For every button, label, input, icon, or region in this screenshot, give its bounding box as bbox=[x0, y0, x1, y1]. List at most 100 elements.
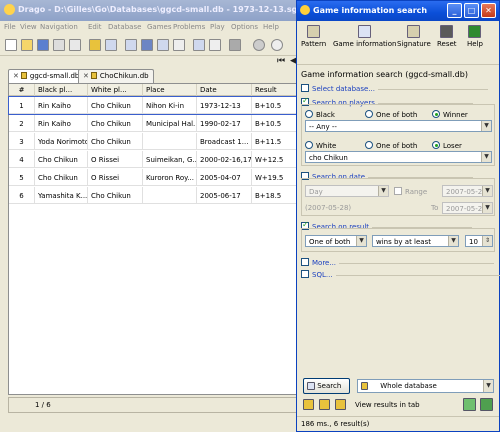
column-header-black[interactable]: Black pl... bbox=[35, 84, 88, 96]
table-row[interactable]: 2 Rin Kaiho Cho Chikun Municipal Hal... 1990… bbox=[9, 115, 299, 132]
menu-navigation[interactable]: Navigation bbox=[40, 23, 78, 31]
more-section[interactable]: More... bbox=[301, 258, 495, 267]
menu-database[interactable]: Database bbox=[108, 23, 141, 31]
letter-icon[interactable] bbox=[209, 39, 221, 51]
help-tool-button[interactable]: Help bbox=[467, 25, 483, 48]
table-cell-black: Rin Kaiho bbox=[35, 97, 88, 114]
table-cell-white: Cho Chikun bbox=[88, 133, 143, 150]
undo-icon[interactable] bbox=[253, 39, 265, 51]
date-from-field[interactable]: 2007-05-28 ▼ bbox=[442, 185, 493, 197]
menu-view[interactable]: View bbox=[20, 23, 37, 31]
sql-section[interactable]: SQL... bbox=[301, 270, 500, 279]
result-who-combo[interactable]: One of both ▼ bbox=[305, 235, 367, 247]
pattern-tool-button[interactable]: Pattern bbox=[301, 25, 326, 48]
search-button[interactable]: Search bbox=[303, 378, 350, 394]
radio-label: Black bbox=[316, 111, 335, 119]
menu-play[interactable]: Play bbox=[210, 23, 225, 31]
spinner-arrows-icon[interactable]: ⇕ bbox=[482, 236, 492, 246]
tab-chochikun[interactable]: ✕ ChoChikun.db bbox=[78, 69, 154, 83]
radio-loser[interactable]: Loser bbox=[432, 141, 462, 150]
chevron-down-icon[interactable]: ▼ bbox=[378, 186, 388, 196]
table-header: # Black pl... White pl... Place Date Res… bbox=[9, 84, 299, 96]
table-cell-black: Yoda Norimoto bbox=[35, 133, 88, 150]
close-icon[interactable]: ✕ bbox=[13, 72, 19, 80]
reset-tool-button[interactable]: Reset bbox=[437, 25, 457, 48]
table-row[interactable]: 4 Cho Chikun O Rissei Suimeikan, G... 2000-0… bbox=[9, 151, 299, 168]
table-row[interactable]: 6 Yamashita K... Cho Chikun 2005-06-17 B+18.… bbox=[9, 187, 299, 204]
edit-icon[interactable] bbox=[193, 39, 205, 51]
column-header-white[interactable]: White pl... bbox=[88, 84, 143, 96]
tab-ggcd-small[interactable]: ✕ ggcd-small.db bbox=[8, 69, 85, 83]
table-row[interactable]: 1 Rin Kaiho Cho Chikun Nihon Ki-in 1973-12-1… bbox=[8, 96, 300, 115]
minimize-button[interactable]: _ bbox=[447, 3, 462, 18]
first-move-icon[interactable]: ⏮ bbox=[277, 56, 285, 66]
game-information-tool-button[interactable]: Game information bbox=[333, 25, 396, 48]
table-cell-place: Kuroron Roy... bbox=[143, 169, 197, 186]
tools-icon[interactable] bbox=[173, 39, 185, 51]
table-cell-date: 1973-12-13 bbox=[197, 97, 252, 114]
radio-one-of-both-2[interactable]: One of both bbox=[365, 141, 417, 150]
chevron-down-icon[interactable]: ▼ bbox=[356, 236, 366, 246]
close-button[interactable]: ✕ bbox=[481, 3, 496, 18]
list-icon[interactable] bbox=[141, 39, 153, 51]
menu-problems[interactable]: Problems bbox=[173, 23, 205, 31]
chevron-down-icon[interactable]: ▼ bbox=[482, 186, 492, 196]
export-results-icon[interactable] bbox=[480, 398, 493, 411]
radio-label: One of both bbox=[376, 111, 418, 119]
search-scope-combo[interactable]: Whole database ▼ bbox=[357, 379, 494, 393]
export-icon[interactable] bbox=[69, 39, 81, 51]
toggle-icon[interactable] bbox=[271, 39, 283, 51]
chevron-down-icon[interactable]: ▼ bbox=[482, 203, 492, 213]
result-value-spinner[interactable]: 10 ⇕ bbox=[465, 235, 493, 247]
column-header-number[interactable]: # bbox=[9, 84, 35, 96]
menu-edit[interactable]: Edit bbox=[88, 23, 102, 31]
column-header-place[interactable]: Place bbox=[143, 84, 197, 96]
menu-options[interactable]: Options bbox=[231, 23, 258, 31]
range-checkbox[interactable]: Range bbox=[394, 187, 427, 196]
game-info-icon[interactable] bbox=[105, 39, 117, 51]
column-header-result[interactable]: Result bbox=[252, 84, 299, 96]
main-window-title: Drago - D:\Gilles\Go\Databases\ggcd-smal… bbox=[18, 5, 301, 14]
table-row[interactable]: 3 Yoda Norimoto Cho Chikun Broadcast 1... B+… bbox=[9, 133, 299, 150]
table-row[interactable]: 5 Cho Chikun O Rissei Kuroron Roy... 2005-04… bbox=[9, 169, 299, 186]
radio-black[interactable]: Black bbox=[305, 110, 335, 119]
menu-file[interactable]: File bbox=[4, 23, 16, 31]
open-folder-icon[interactable] bbox=[21, 39, 33, 51]
select-database-checkbox[interactable] bbox=[301, 84, 309, 92]
radio-white[interactable]: White bbox=[305, 141, 336, 150]
chevron-down-icon[interactable]: ▼ bbox=[448, 236, 458, 246]
date-to-field[interactable]: 2007-05-28 ▼ bbox=[442, 202, 493, 214]
new-file-icon[interactable] bbox=[5, 39, 17, 51]
radio-winner[interactable]: Winner bbox=[432, 110, 468, 119]
sql-checkbox[interactable] bbox=[301, 270, 309, 278]
radio-one-of-both-1[interactable]: One of both bbox=[365, 110, 417, 119]
results-db-icon-3[interactable] bbox=[335, 399, 346, 410]
player1-combo[interactable]: -- Any -- ▼ bbox=[305, 120, 492, 132]
more-checkbox[interactable] bbox=[301, 258, 309, 266]
save-icon[interactable] bbox=[37, 39, 49, 51]
database-icon[interactable] bbox=[89, 39, 101, 51]
column-header-date[interactable]: Date bbox=[197, 84, 252, 96]
tree-icon[interactable] bbox=[157, 39, 169, 51]
signature-tool-button[interactable]: Signature bbox=[397, 25, 431, 48]
table-cell-n: 6 bbox=[9, 187, 35, 204]
select-database-section[interactable]: Select database... bbox=[301, 84, 488, 93]
results-db-icon-2[interactable] bbox=[319, 399, 330, 410]
result-condition-combo[interactable]: wins by at least ▼ bbox=[372, 235, 459, 247]
stone-icon[interactable] bbox=[229, 39, 241, 51]
menu-games[interactable]: Games bbox=[147, 23, 172, 31]
add-results-icon[interactable] bbox=[463, 398, 476, 411]
menu-help[interactable]: Help bbox=[263, 23, 279, 31]
insert-icon[interactable] bbox=[125, 39, 137, 51]
player2-combo[interactable]: cho Chikun ▼ bbox=[305, 151, 492, 163]
chevron-down-icon[interactable]: ▼ bbox=[481, 121, 491, 131]
results-db-icon[interactable] bbox=[303, 399, 314, 410]
date-unit-combo[interactable]: Day ▼ bbox=[305, 185, 389, 197]
print-icon[interactable] bbox=[53, 39, 65, 51]
field-value: 2007-05-28 bbox=[446, 188, 487, 196]
chevron-down-icon[interactable]: ▼ bbox=[483, 380, 493, 392]
maximize-button[interactable]: □ bbox=[464, 3, 479, 18]
chevron-down-icon[interactable]: ▼ bbox=[481, 152, 491, 162]
tool-label: Help bbox=[467, 40, 483, 48]
close-icon[interactable]: ✕ bbox=[83, 72, 89, 80]
